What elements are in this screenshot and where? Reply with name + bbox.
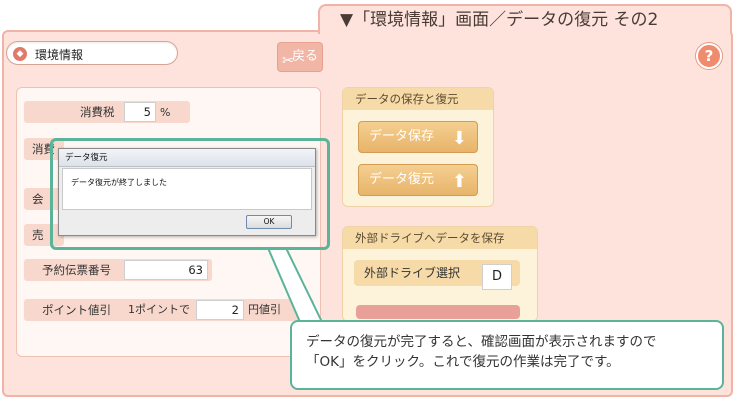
dialog-ok-label: OK bbox=[263, 217, 275, 226]
instruction-callout: データの復元が完了すると、確認画面が表示されますので 「OK」をクリック。これで… bbox=[290, 320, 724, 390]
dialog-title: データ復元 bbox=[59, 149, 315, 167]
callout-line2: 「OK」をクリック。これで復元の作業は完了です。 bbox=[306, 354, 620, 370]
restore-complete-dialog: データ復元 データ復元が終了しました OK bbox=[58, 148, 316, 236]
dialog-message: データ復元が終了しました bbox=[71, 178, 167, 187]
callout-line1: データの復元が完了すると、確認画面が表示されますので bbox=[306, 334, 657, 350]
dialog-ok-button[interactable]: OK bbox=[246, 215, 292, 229]
dialog-body: データ復元が終了しました bbox=[62, 168, 312, 210]
